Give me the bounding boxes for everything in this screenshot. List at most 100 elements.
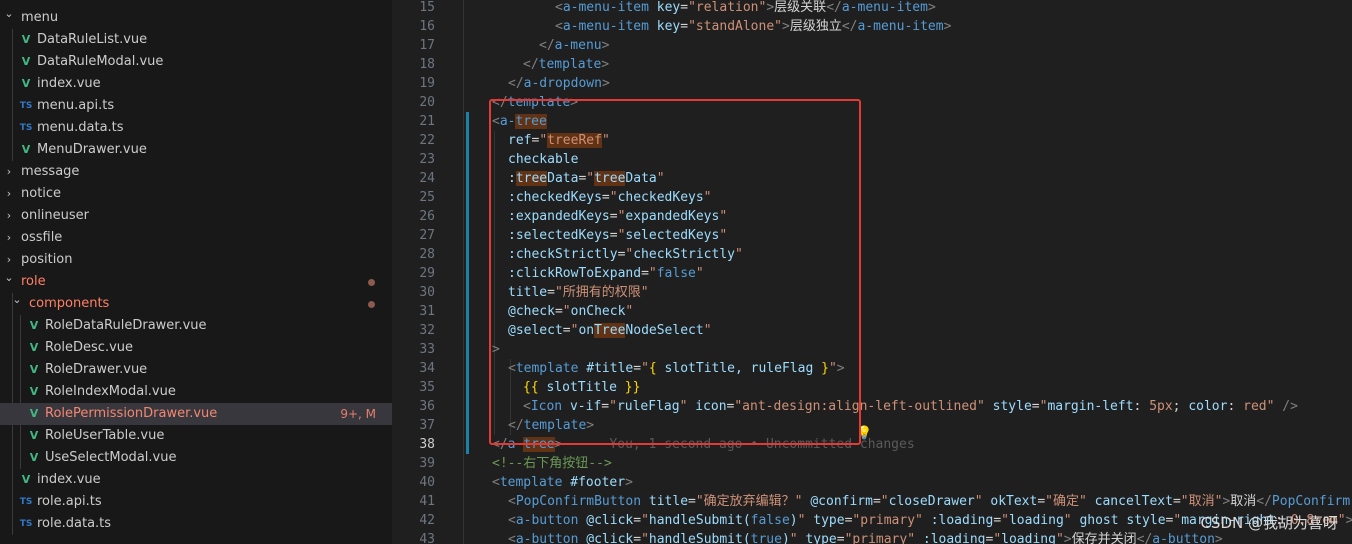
explorer-folder[interactable]: › ossfile [0,227,392,249]
code-token: </ [508,76,524,91]
code-token: a-menu-item [857,19,944,34]
code-token: = [1172,494,1181,509]
code-text: <a-menu-item key="standAlone">层级独立</a-me… [555,17,951,36]
code-token: < [555,0,563,15]
code-token: cancelText [1094,494,1173,509]
line-number: 29 [419,266,435,281]
vue-file-icon: V [29,407,39,420]
explorer-folder[interactable]: › position [0,249,392,271]
code-line[interactable]: 19 </a-dropdown> [393,74,1352,93]
code-token: " [641,532,649,544]
code-token: okText [990,494,1038,509]
code-token: "确定" [1045,494,1087,509]
code-token: = [836,532,845,544]
explorer-file[interactable]: Vindex.vue [0,469,392,491]
code-token: 取消 [1230,494,1257,509]
code-token: a-menu-item [841,0,928,15]
explorer-file[interactable]: V RoleDataRuleDrawer.vue [0,315,392,337]
code-token: /> [1282,399,1298,414]
explorer-folder[interactable]: ⌄ menu [0,7,392,29]
line-number: 20 [419,95,435,110]
code-token: @confirm [810,494,873,509]
code-token: style [992,399,1032,414]
code-token: 层级独立 [789,19,842,34]
code-token: > [927,0,936,15]
vue-file-icon: V [29,385,39,398]
typescript-file-icon: TS [19,497,33,507]
code-token: " [789,532,798,544]
explorer-file[interactable]: V RoleIndexModal.vue [0,381,392,403]
code-token: = [633,513,642,528]
explorer-file[interactable]: TS menu.data.ts [0,117,392,139]
explorer-file[interactable]: TS role.api.ts [0,491,392,513]
code-token: " [974,494,983,509]
modified-dot-icon [368,301,375,308]
explorer-folder[interactable]: ⌄ role [0,271,392,293]
explorer-file[interactable]: V RoleUserTable.vue [0,425,392,447]
code-token: > [601,76,610,91]
typescript-file-icon: TS [19,519,33,529]
code-line[interactable]: 40 <template #footer> [393,473,1352,492]
code-token: " [1063,513,1072,528]
file-explorer: ⌄ menu V DataRuleList.vue V DataRuleModal.vue… [0,0,392,544]
explorer-file[interactable]: V DataRuleModal.vue [0,51,392,73]
code-line[interactable]: 41 <PopConfirmButton title="确定放弃编辑？" @con… [393,492,1352,511]
explorer-file[interactable]: Vindex.vue [0,73,392,95]
code-text: <a-button @click="handleSubmit(true)" ty… [508,530,1223,544]
code-token: key [656,0,681,15]
explorer-file[interactable]: V RoleDesc.vue [0,337,392,359]
code-token: " [641,513,649,528]
code-token: = [680,0,689,15]
line-number: 31 [419,304,435,319]
code-line[interactable]: 16 <a-menu-item key="standAlone">层级独立</a-… [393,17,1352,36]
explorer-folder[interactable]: › notice [0,183,392,205]
code-token: < [508,532,516,544]
chevron-right-icon: › [6,165,12,178]
explorer-file[interactable]: V MenuDrawer.vue [0,139,392,161]
explorer-file[interactable]: V RoleDrawer.vue [0,359,392,381]
code-token: "relation" [688,0,767,15]
code-token: @click [586,513,634,528]
line-number: 25 [419,190,435,205]
explorer-file[interactable]: TS menu.api.ts [0,95,392,117]
folder-label: position [21,252,73,267]
explorer-file[interactable]: V DataRuleList.vue [0,29,392,51]
code-token: true [750,532,782,544]
code-token: > [943,19,952,34]
explorer-file[interactable]: V UseSelectModal.vue [0,447,392,469]
code-line[interactable]: 39 <!--右下角按钮--> [393,454,1352,473]
code-token: ) [789,513,798,528]
explorer-folder[interactable]: ⌄ components [0,293,392,315]
code-token: </ [826,0,842,15]
folder-label: ossfile [21,230,63,245]
code-token: > [1345,513,1352,528]
chevron-right-icon: › [6,209,12,222]
explorer-folder[interactable]: › message [0,161,392,183]
code-token: a-button [1152,532,1215,544]
code-token: 5px [1149,399,1173,414]
file-label: menu.api.ts [37,98,115,113]
explorer-file[interactable]: V RolePermissionDrawer.vue 9+, M [0,403,392,425]
code-token: "primary" [844,532,916,544]
line-number: 38 [419,437,435,452]
code-token: 层级关联 [774,0,827,15]
code-token: = [872,494,881,509]
code-text: </a-dropdown> [508,74,610,93]
explorer-folder[interactable]: › onlineuser [0,205,392,227]
code-token: loading [1008,513,1064,528]
code-token: false [750,513,790,528]
vue-file-icon: V [21,143,31,156]
line-number: 22 [419,133,435,148]
chevron-down-icon: ⌄ [12,293,22,306]
code-line[interactable]: 15 <a-menu-item key="relation">层级关联</a-me… [393,0,1352,17]
file-label: role.api.ts [37,494,102,509]
code-token: ; [1172,399,1189,414]
code-line[interactable]: 17 </a-menu> [393,36,1352,55]
code-token: handleSubmit( [648,532,751,544]
code-line[interactable]: 18 </template> [393,55,1352,74]
code-token: 保存并关闭 [1071,532,1137,544]
code-token: "standAlone" [688,19,782,34]
explorer-file[interactable]: TS role.data.ts [0,513,392,535]
